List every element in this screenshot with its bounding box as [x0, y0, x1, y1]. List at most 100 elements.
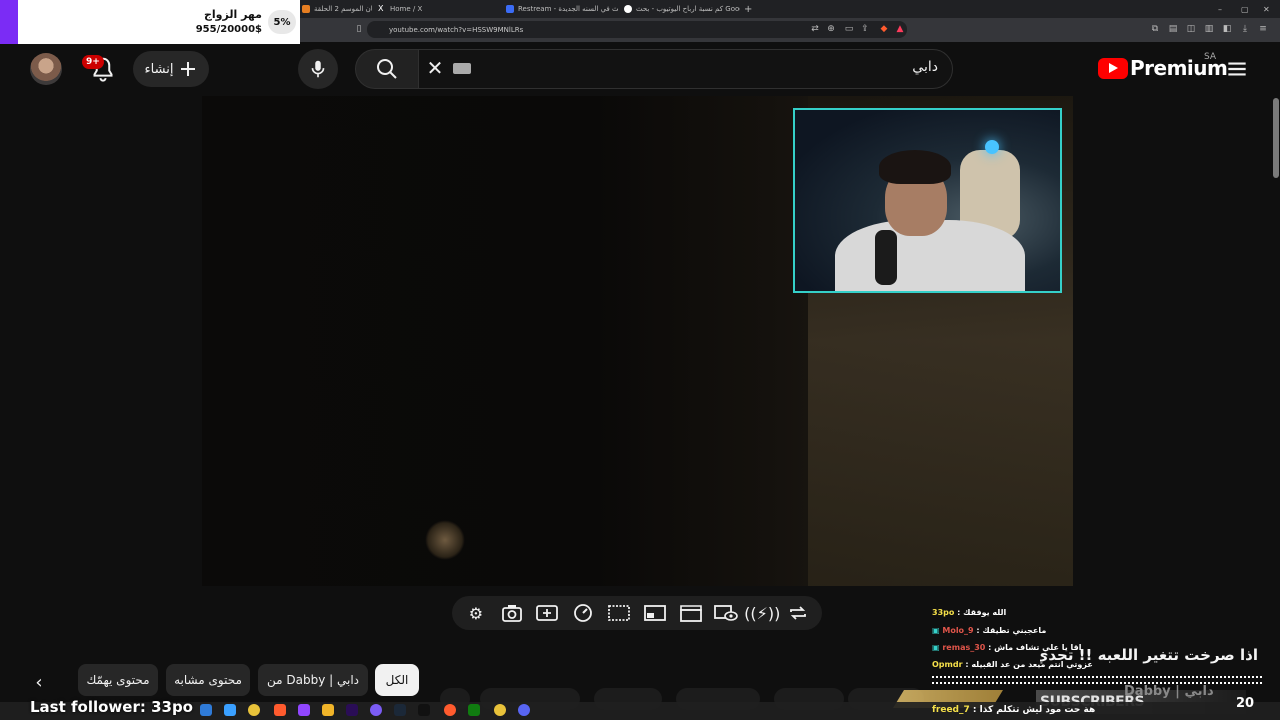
- chip-from-channel[interactable]: من Dabby | دابي: [258, 664, 368, 696]
- terminal-icon[interactable]: [418, 704, 430, 716]
- browser-menu-icon[interactable]: ≡: [1256, 22, 1270, 36]
- extension-icon[interactable]: ⧉: [1148, 22, 1162, 36]
- keyboard-icon[interactable]: [453, 63, 471, 74]
- create-label: إنشاء: [144, 61, 174, 77]
- tab-label: Restream - اول بث في السنه الجديدة: [518, 5, 618, 13]
- region-code: SA: [1204, 52, 1217, 62]
- brave-shield-icon[interactable]: ◆: [877, 22, 891, 36]
- brave2-icon[interactable]: [444, 704, 456, 716]
- settings-icon[interactable]: ⚙: [463, 600, 489, 626]
- chat-spam-line: [932, 676, 1262, 684]
- chat-username: Opmdr: [932, 660, 963, 669]
- tab-jackie-chan[interactable]: جاكي شان الموسم 2 الحلقة: [302, 2, 372, 16]
- voice-search-button[interactable]: [298, 49, 338, 89]
- chat-username: freed_7: [932, 705, 970, 715]
- tab-favicon: [302, 5, 310, 13]
- cinema-icon[interactable]: [606, 600, 632, 626]
- plus-icon: [181, 62, 196, 76]
- downloads-icon[interactable]: ⤓: [1238, 22, 1252, 36]
- search-icon: [377, 59, 397, 79]
- edge-icon[interactable]: [200, 704, 212, 716]
- google-icon: [624, 5, 632, 13]
- chrome2-icon[interactable]: [494, 704, 506, 716]
- moderator-icon: ▣: [932, 643, 940, 652]
- donation-goal-overlay: [0, 0, 300, 44]
- notification-badge: 9+: [82, 55, 104, 69]
- stream-title-overlay: اذا صرخت تتغير اللعبه !! تحدي الرعب: [1040, 646, 1258, 664]
- tab-label: كم نسبة ارباح اليوتيوب - بحث Google: [636, 5, 740, 13]
- chat-username: remas_30: [942, 643, 986, 652]
- loop-icon[interactable]: [785, 600, 811, 626]
- premiere-icon[interactable]: [346, 704, 358, 716]
- chat-line-bottom: freed_7 : هة حت مود ليش تتكلم كذا: [932, 705, 1096, 715]
- goal-title: مهر الزواج: [203, 8, 262, 21]
- watch-icon[interactable]: [713, 600, 739, 626]
- steam-icon[interactable]: [394, 704, 406, 716]
- speed-icon[interactable]: [570, 600, 596, 626]
- store-icon[interactable]: [224, 704, 236, 716]
- minimize-button[interactable]: –: [1218, 2, 1228, 16]
- maximize-button[interactable]: ▢: [1241, 2, 1251, 16]
- tab-google-search[interactable]: كم نسبة ارباح اليوتيوب - بحث Google: [624, 2, 740, 16]
- enhance-icon[interactable]: [534, 600, 560, 626]
- obs-icon[interactable]: [370, 704, 382, 716]
- rgb-light: [985, 140, 999, 154]
- chevron-left-icon[interactable]: ‹: [24, 668, 54, 696]
- share-icon[interactable]: ⇪: [858, 22, 872, 36]
- streamer-hair: [879, 150, 951, 184]
- pip-icon[interactable]: [642, 600, 668, 626]
- translate-icon[interactable]: ⇄: [808, 22, 822, 36]
- chat-message: الله يوفقك: [963, 608, 1007, 617]
- subscribers-count: 20: [1236, 696, 1255, 711]
- install-icon[interactable]: ▭: [842, 22, 856, 36]
- x-icon: X: [378, 4, 384, 13]
- search-query: دابي: [912, 59, 938, 75]
- restream-icon: [506, 5, 514, 13]
- close-window-button[interactable]: ✕: [1263, 2, 1273, 16]
- zoom-icon[interactable]: ⊕: [824, 22, 838, 36]
- vpn-icon[interactable]: ◧: [1220, 22, 1234, 36]
- new-tab-button[interactable]: +: [744, 2, 754, 16]
- player-tools-bar: ⚙ ((⚡)): [452, 596, 822, 630]
- chip-all[interactable]: الكل: [375, 664, 419, 696]
- menu-icon[interactable]: [1224, 56, 1250, 82]
- last-follower-label: Last follower: 33po: [30, 698, 193, 716]
- create-button[interactable]: إنشاء: [133, 51, 209, 87]
- chrome-icon[interactable]: [248, 704, 260, 716]
- chat-line-1: الله يوفقك : 33po: [932, 608, 1007, 617]
- wallet-icon[interactable]: ◫: [1184, 22, 1198, 36]
- search-button[interactable]: [355, 49, 419, 89]
- close-icon[interactable]: ✕: [424, 56, 446, 80]
- tab-x-home[interactable]: X Home / X: [378, 2, 498, 16]
- webcam-overlay: [793, 108, 1062, 293]
- tab-restream[interactable]: Restream - اول بث في السنه الجديدة: [506, 2, 618, 16]
- chat-username: Molo_9: [942, 626, 974, 635]
- microphone: [875, 230, 897, 285]
- chat-message: هة حت مود ليش تتكلم كذا: [979, 705, 1096, 715]
- avatar[interactable]: [30, 53, 62, 85]
- bookmark-icon[interactable]: ▯: [352, 22, 366, 36]
- tab-label: Home / X: [390, 5, 423, 13]
- stream-icon[interactable]: ((⚡)): [744, 600, 780, 626]
- xbox-icon[interactable]: [468, 704, 480, 716]
- chip-related[interactable]: محتوى مشابه: [166, 664, 250, 696]
- brave-icon[interactable]: [274, 704, 286, 716]
- goal-amount: 955/20000$: [195, 24, 262, 35]
- url-text: youtube.com/watch?v=HSSW9MNlLRs: [389, 25, 524, 34]
- chip-interests[interactable]: محتوى يهمّك: [78, 664, 158, 696]
- scrollbar-thumb[interactable]: [1273, 98, 1279, 178]
- reader-icon[interactable]: ▤: [1166, 22, 1180, 36]
- files-icon[interactable]: [322, 704, 334, 716]
- rewards-icon[interactable]: ▲: [893, 22, 907, 36]
- chat-username: 33po: [932, 608, 955, 617]
- twitch-icon[interactable]: [298, 704, 310, 716]
- page-scrollbar[interactable]: [1272, 96, 1280, 696]
- clapper-icon[interactable]: [678, 600, 704, 626]
- discord-icon[interactable]: [518, 704, 530, 716]
- tab-label: جاكي شان الموسم 2 الحلقة: [314, 5, 372, 13]
- moderator-icon: ▣: [932, 626, 940, 635]
- video-scene-glow: [425, 520, 465, 560]
- sidebar-icon[interactable]: ▥: [1202, 22, 1216, 36]
- goal-percent-badge: 5%: [268, 10, 296, 34]
- screenshot-icon[interactable]: [499, 600, 525, 626]
